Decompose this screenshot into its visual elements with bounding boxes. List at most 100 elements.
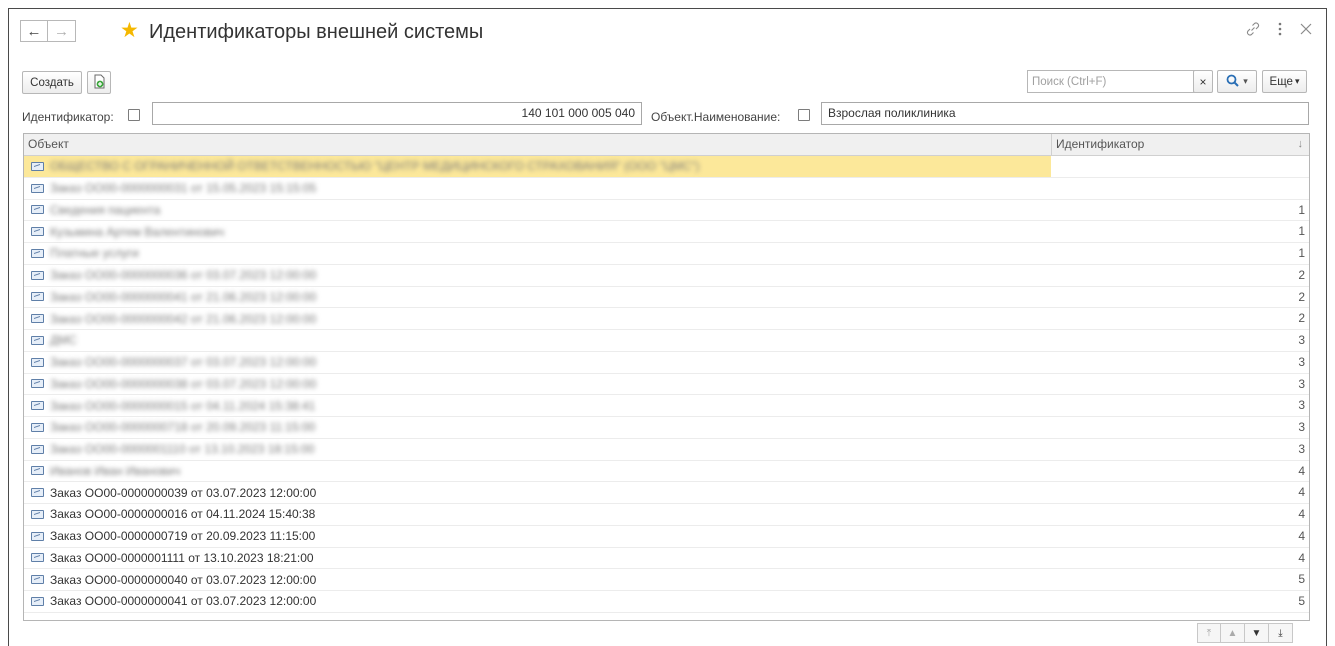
- forward-button[interactable]: →: [48, 20, 76, 42]
- object-name: Заказ ОО00-0000000718 от 20.09.2023 11:1…: [50, 420, 316, 435]
- cell-object: Сведения пациента: [24, 200, 1051, 221]
- add-copy-button[interactable]: [87, 71, 111, 94]
- column-header-object[interactable]: Объект: [24, 134, 1051, 155]
- object-name: Заказ ОО00-0000000040 от 03.07.2023 12:0…: [50, 572, 317, 587]
- table-row[interactable]: Заказ ОО00-0000000042 от 21.06.2023 12:0…: [24, 308, 1309, 330]
- cell-identifier: 4: [1298, 528, 1305, 543]
- table-body: ОБЩЕСТВО С ОГРАНИЧЕННОЙ ОТВЕТСТВЕННОСТЬЮ…: [24, 156, 1309, 613]
- back-button[interactable]: ←: [20, 20, 48, 42]
- table-row[interactable]: ОБЩЕСТВО С ОГРАНИЧЕННОЙ ОТВЕТСТВЕННОСТЬЮ…: [24, 156, 1309, 178]
- object-name: Заказ ОО00-0000000041 от 03.07.2023 12:0…: [50, 594, 317, 609]
- table-row[interactable]: Заказ ОО00-0000000037 от 03.07.2023 12:0…: [24, 352, 1309, 374]
- reference-item-icon: [31, 292, 44, 302]
- reference-item-icon: [31, 575, 44, 585]
- name-filter-value: Взрослая поликлиника: [828, 106, 956, 120]
- table-row[interactable]: Сведения пациента 1: [24, 200, 1309, 222]
- table-row[interactable]: Заказ ОО00-0000000041 от 03.07.2023 12:0…: [24, 591, 1309, 613]
- search-input[interactable]: [1032, 72, 1182, 91]
- cell-identifier: 3: [1298, 376, 1305, 391]
- name-filter-field[interactable]: Взрослая поликлиника: [821, 102, 1309, 125]
- identifier-filter-field[interactable]: 140 101 000 005 040: [152, 102, 642, 125]
- table-row[interactable]: Платные услуги 1: [24, 243, 1309, 265]
- cell-object: Заказ ОО00-0000000015 от 04.11.2024 15:3…: [24, 395, 1051, 416]
- table-row[interactable]: Заказ ОО00-0000000036 от 03.07.2023 12:0…: [24, 265, 1309, 287]
- close-icon[interactable]: [1299, 21, 1313, 42]
- column-header-identifier[interactable]: Идентификатор ↓: [1051, 134, 1309, 155]
- cell-object: Заказ ОО00-0000000719 от 20.09.2023 11:1…: [24, 526, 1051, 547]
- cell-identifier: 4: [1298, 485, 1305, 500]
- reference-item-icon: [31, 183, 44, 193]
- cell-identifier: [1051, 156, 1309, 177]
- cell-object: Заказ ОО00-0000000016 от 04.11.2024 15:4…: [24, 504, 1051, 525]
- table-row[interactable]: Иванов Иван Иванович 4: [24, 461, 1309, 483]
- reference-item-icon: [31, 227, 44, 237]
- cell-object: Заказ ОО00-0000000038 от 03.07.2023 12:0…: [24, 374, 1051, 395]
- cell-object: ОБЩЕСТВО С ОГРАНИЧЕННОЙ ОТВЕТСТВЕННОСТЬЮ…: [24, 156, 1051, 177]
- table-row[interactable]: Заказ ОО00-0000000040 от 03.07.2023 12:0…: [24, 569, 1309, 591]
- link-icon[interactable]: [1245, 21, 1261, 42]
- cell-identifier: 3: [1298, 420, 1305, 434]
- cell-identifier: 3: [1298, 354, 1305, 369]
- cell-identifier: 2: [1298, 311, 1305, 326]
- sort-descending-icon: ↓: [1297, 138, 1304, 150]
- cell-object: Заказ ОО00-0000000718 от 20.09.2023 11:1…: [24, 417, 1051, 438]
- table-row[interactable]: Заказ ОО00-0000001110 от 13.10.2023 18:1…: [24, 439, 1309, 461]
- reference-item-icon: [31, 357, 44, 367]
- table-row[interactable]: Заказ ОО00-0000000015 от 04.11.2024 15:3…: [24, 395, 1309, 417]
- more-vert-icon[interactable]: [1277, 21, 1283, 42]
- object-name: Заказ ОО00-0000000036 от 03.07.2023 12:0…: [50, 268, 317, 283]
- navigation-buttons: ← →: [20, 20, 76, 44]
- search-clear-button[interactable]: ×: [1193, 70, 1213, 93]
- scroll-up-button[interactable]: ▲: [1221, 623, 1245, 643]
- table-row[interactable]: Заказ ОО00-0000000718 от 20.09.2023 11:1…: [24, 417, 1309, 439]
- name-filter-label: Объект.Наименование:: [651, 110, 781, 124]
- cell-object: Заказ ОО00-0000001110 от 13.10.2023 18:1…: [24, 439, 1051, 460]
- first-page-button[interactable]: ⤒: [1197, 623, 1221, 643]
- table-row[interactable]: Заказ ОО00-0000000719 от 20.09.2023 11:1…: [24, 526, 1309, 548]
- cell-object: Заказ ОО00-0000000031 от 15.05.2023 15:1…: [24, 178, 1051, 199]
- scroll-down-button[interactable]: ▼: [1245, 623, 1269, 643]
- table-row[interactable]: Заказ ОО00-0000000038 от 03.07.2023 12:0…: [24, 374, 1309, 396]
- create-button[interactable]: Создать: [22, 71, 82, 94]
- reference-item-icon: [31, 270, 44, 280]
- cell-identifier: 3: [1298, 333, 1305, 347]
- cell-object: Заказ ОО00-0000000042 от 21.06.2023 12:0…: [24, 308, 1051, 329]
- cell-object: Иванов Иван Иванович: [24, 461, 1051, 482]
- cell-identifier: 1: [1298, 246, 1305, 260]
- table-row[interactable]: Заказ ОО00-0000000031 от 15.05.2023 15:1…: [24, 178, 1309, 200]
- cell-object: Заказ ОО00-0000000041 от 21.06.2023 12:0…: [24, 287, 1051, 308]
- table-row[interactable]: ДМС 3: [24, 330, 1309, 352]
- identifier-filter-checkbox[interactable]: [128, 109, 140, 121]
- reference-item-icon: [31, 531, 44, 541]
- table-row[interactable]: Заказ ОО00-0000000039 от 03.07.2023 12:0…: [24, 482, 1309, 504]
- favorite-star-icon[interactable]: ★: [120, 18, 139, 44]
- chevron-down-icon: ▾: [1294, 76, 1300, 86]
- cell-object: Заказ ОО00-0000000041 от 03.07.2023 12:0…: [24, 591, 1051, 612]
- table-row[interactable]: Заказ ОО00-0000000041 от 21.06.2023 12:0…: [24, 287, 1309, 309]
- object-name: Заказ ОО00-0000001111 от 13.10.2023 18:2…: [50, 550, 314, 565]
- window-actions: [1245, 21, 1313, 42]
- object-name: Заказ ОО00-0000000038 от 03.07.2023 12:0…: [50, 376, 317, 391]
- cell-object: Заказ ОО00-0000000036 от 03.07.2023 12:0…: [24, 265, 1051, 286]
- cell-identifier: 2: [1298, 267, 1305, 282]
- cell-object: Заказ ОО00-0000000039 от 03.07.2023 12:0…: [24, 482, 1051, 503]
- cell-identifier: 4: [1298, 507, 1305, 521]
- last-page-button[interactable]: ⤓: [1269, 623, 1293, 643]
- cell-object: Заказ ОО00-0000000040 от 03.07.2023 12:0…: [24, 569, 1051, 590]
- identifiers-table[interactable]: Объект Идентификатор ↓ ОБЩЕСТВО С ОГРАНИ…: [23, 133, 1310, 621]
- more-button[interactable]: Еще ▾: [1262, 70, 1307, 93]
- reference-item-icon: [31, 596, 44, 606]
- reference-item-icon: [31, 422, 44, 432]
- search-field[interactable]: [1027, 70, 1210, 93]
- chevron-down-icon: ▾: [1243, 76, 1248, 86]
- table-row[interactable]: Заказ ОО00-0000001111 от 13.10.2023 18:2…: [24, 548, 1309, 570]
- object-name: ДМС: [50, 333, 77, 348]
- cell-identifier: 3: [1298, 441, 1305, 456]
- name-filter-checkbox[interactable]: [798, 109, 810, 121]
- table-row[interactable]: Заказ ОО00-0000000016 от 04.11.2024 15:4…: [24, 504, 1309, 526]
- object-name: Заказ ОО00-0000000037 от 03.07.2023 12:0…: [50, 355, 317, 370]
- object-name: Платные услуги: [50, 246, 139, 261]
- object-name: ОБЩЕСТВО С ОГРАНИЧЕННОЙ ОТВЕТСТВЕННОСТЬЮ…: [50, 159, 700, 174]
- search-button[interactable]: ▾: [1217, 70, 1257, 93]
- table-row[interactable]: Кузьмина Артем Валентинович 1: [24, 221, 1309, 243]
